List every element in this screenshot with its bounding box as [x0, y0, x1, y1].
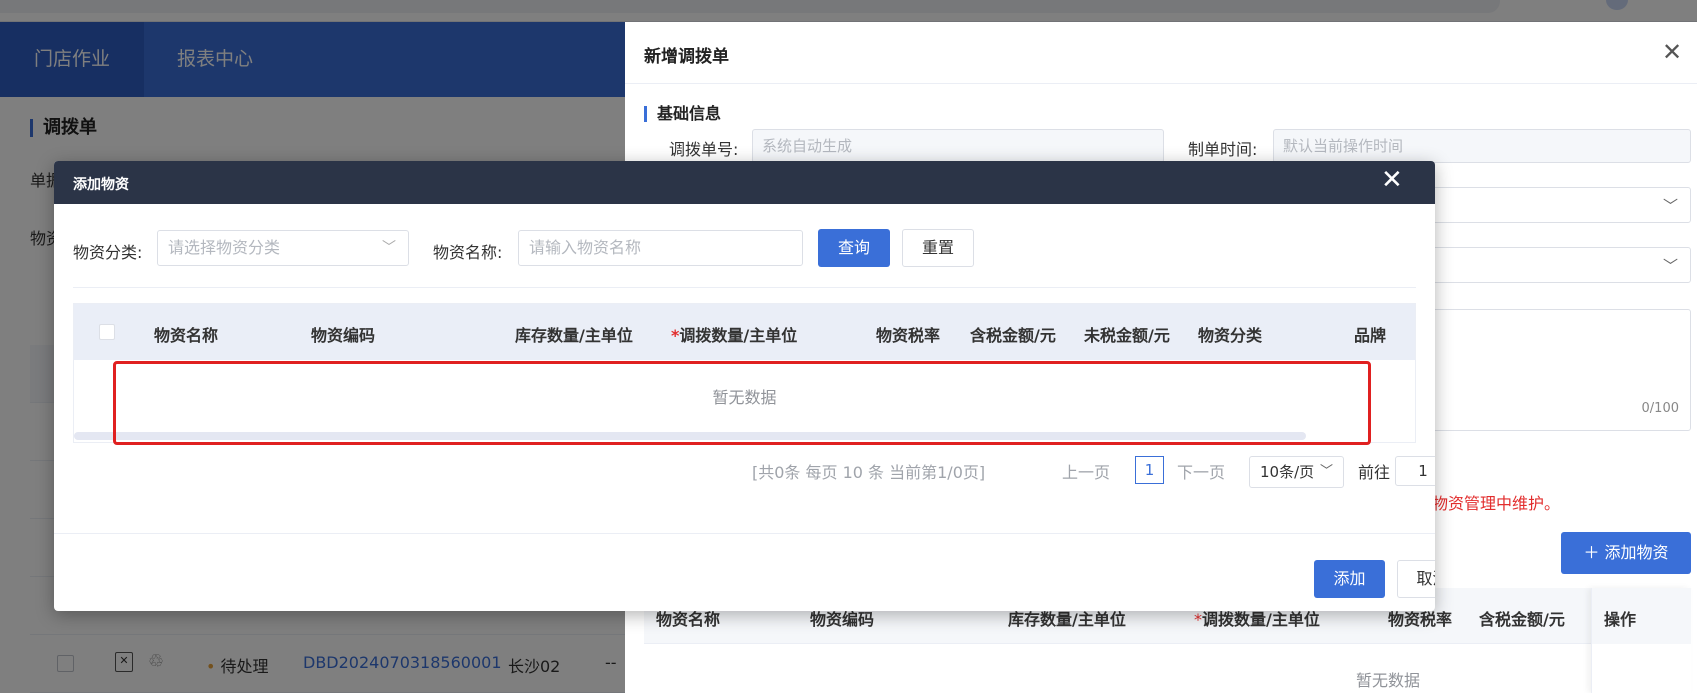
- drawer-header: 新增调拨单 ✕: [625, 22, 1697, 84]
- name-label: 物资名称:: [433, 243, 503, 262]
- drawer-table-empty: 暂无数据: [1356, 671, 1421, 690]
- current-page[interactable]: 1: [1135, 456, 1164, 484]
- col-code: 物资编码: [311, 326, 376, 345]
- table-header: 物资名称 物资编码 库存数量/主单位 *调拨数量/主单位 物资税率 含税金额/元…: [74, 304, 1415, 360]
- modal-title: 添加物资: [73, 177, 129, 193]
- pagination-summary: [共0条 每页 10 条 当前第1/0页]: [752, 463, 986, 482]
- prev-page-button[interactable]: 上一页: [1062, 459, 1110, 483]
- col-transfer-qty: *调拨数量/主单位: [671, 322, 797, 346]
- add-button[interactable]: 添加: [1314, 560, 1385, 598]
- add-material-modal: 添加物资 ✕ 物资分类: 请选择物资分类 ﹀ 物资名称: 请输入物资名称 查询 …: [54, 161, 1435, 611]
- col-name: 物资名称: [154, 326, 219, 345]
- category-select[interactable]: 请选择物资分类 ﹀: [157, 230, 409, 266]
- close-icon[interactable]: ✕: [1662, 38, 1682, 66]
- col-untaxed-amount: 未税金额/元: [1084, 326, 1170, 345]
- char-count: 0/100: [1641, 401, 1679, 416]
- col-tax-amount: 含税金额/元: [1479, 610, 1565, 629]
- created-time-label: 制单时间:: [1188, 140, 1258, 159]
- category-placeholder: 请选择物资分类: [168, 238, 281, 257]
- select-all-checkbox[interactable]: [99, 324, 115, 340]
- chevron-down-icon: ﹀: [1319, 464, 1333, 479]
- col-brand: 品牌: [1354, 326, 1387, 345]
- page-size-select[interactable]: 10条/页 ﹀: [1249, 456, 1344, 488]
- created-time-input[interactable]: 默认当前操作时间: [1273, 129, 1691, 163]
- col-transfer-qty-label: 调拨数量/主单位: [679, 326, 798, 345]
- col-operation: 操作: [1591, 588, 1691, 644]
- reset-button[interactable]: 重置: [902, 229, 974, 267]
- drawer-title: 新增调拨单: [644, 47, 729, 67]
- goto-page-input[interactable]: 1: [1395, 456, 1435, 486]
- chevron-down-icon: ﹀: [382, 240, 396, 256]
- section-title: 基础信息: [644, 106, 721, 122]
- close-icon[interactable]: ✕: [1381, 165, 1403, 195]
- divider: [73, 287, 1416, 288]
- cancel-button[interactable]: 取消: [1397, 560, 1435, 598]
- page-size-value: 10条/页: [1260, 463, 1315, 481]
- add-material-button[interactable]: ＋ 添加物资: [1561, 532, 1691, 574]
- category-label: 物资分类:: [73, 243, 143, 262]
- transfer-no-input[interactable]: 系统自动生成: [752, 129, 1164, 163]
- highlight-box: [113, 361, 1371, 445]
- next-page-button[interactable]: 下一页: [1177, 459, 1225, 483]
- modal-header: 添加物资 ✕: [54, 161, 1435, 204]
- col-tax-amount: 含税金额/元: [970, 326, 1056, 345]
- col-stock: 库存数量/主单位: [515, 326, 633, 345]
- col-tax-rate: 物资税率: [876, 326, 941, 345]
- notice-text: 物资管理中维护。: [1432, 494, 1561, 513]
- query-button[interactable]: 查询: [818, 229, 890, 267]
- chevron-down-icon: ﹀: [1662, 257, 1678, 275]
- col-category: 物资分类: [1198, 326, 1263, 345]
- name-input[interactable]: 请输入物资名称: [518, 230, 803, 266]
- chevron-down-icon: ﹀: [1662, 197, 1678, 215]
- goto-label: 前往: [1358, 463, 1391, 482]
- footer-divider: [54, 533, 1435, 534]
- transfer-no-label: 调拨单号:: [669, 140, 739, 159]
